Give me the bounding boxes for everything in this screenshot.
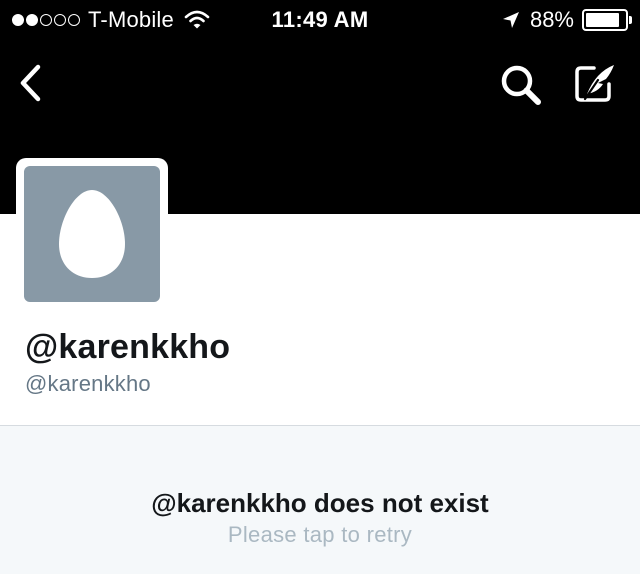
back-button[interactable]: [16, 62, 48, 104]
default-egg-avatar-icon: [59, 190, 125, 278]
battery-nub: [629, 16, 632, 24]
search-icon: [501, 65, 541, 105]
status-bar-right: 88%: [502, 7, 632, 33]
battery-icon: [582, 9, 632, 31]
avatar: [24, 166, 160, 302]
profile-handle: @karenkkho: [25, 371, 151, 396]
location-arrow-icon: [502, 12, 519, 28]
search-button[interactable]: [498, 62, 546, 106]
compose-tweet-button[interactable]: [572, 62, 620, 106]
profile-display-name: @karenkkho: [25, 328, 231, 366]
avatar-frame[interactable]: [16, 158, 168, 310]
chevron-left-icon: [20, 64, 41, 102]
error-title: @karenkkho does not exist: [151, 488, 489, 518]
retry-link[interactable]: Please tap to retry: [0, 522, 640, 548]
battery-percentage: 88%: [529, 7, 574, 32]
battery-fill: [586, 13, 620, 27]
status-bar: T-Mobile 11:49 AM 88%: [0, 0, 640, 40]
compose-tweet-icon: [575, 65, 614, 102]
